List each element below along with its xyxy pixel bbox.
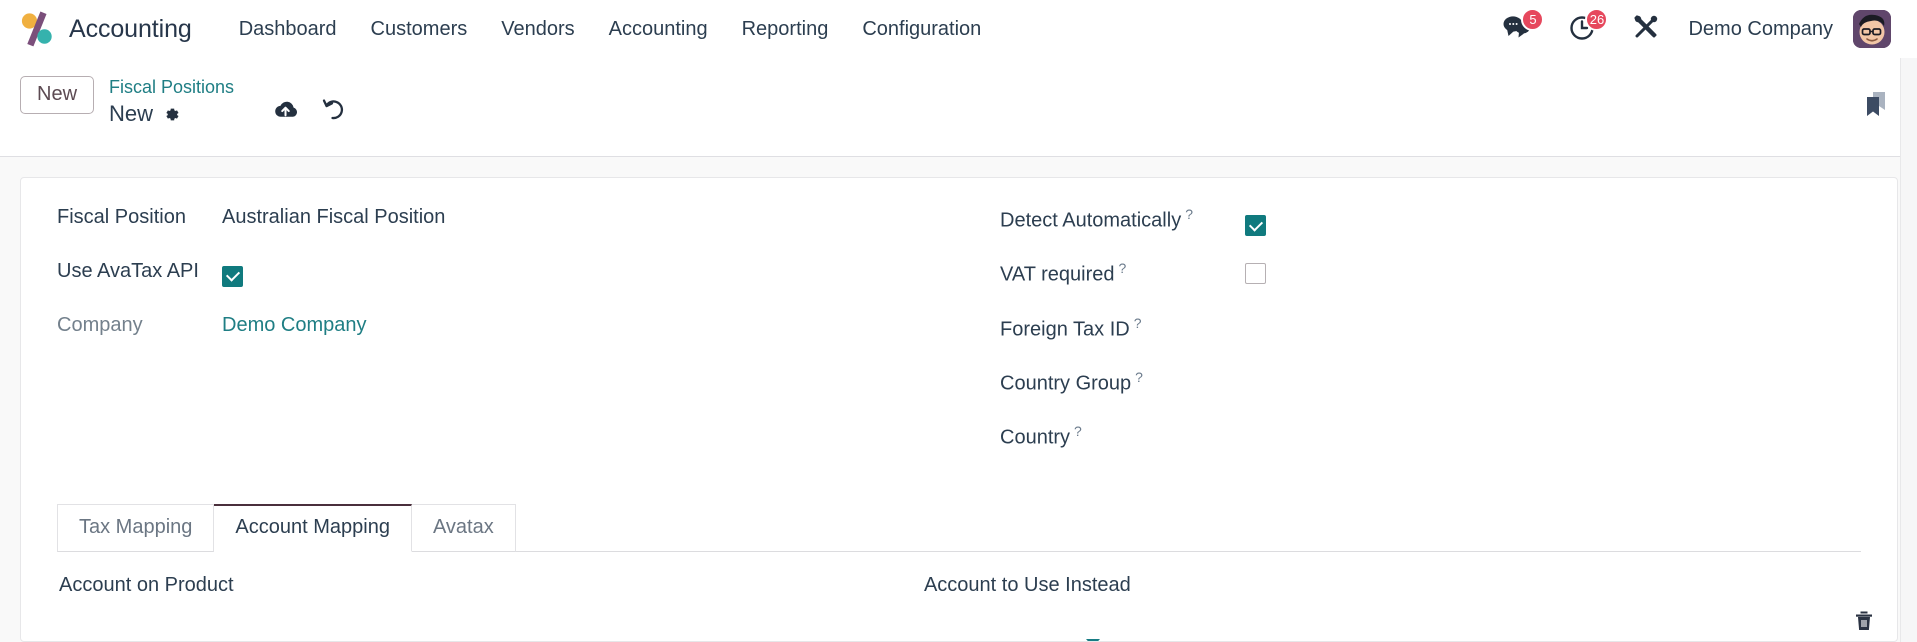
tab-account-mapping[interactable]: Account Mapping xyxy=(214,504,412,552)
gear-icon[interactable] xyxy=(162,105,181,124)
column-header-account-on-product: Account on Product xyxy=(59,574,234,596)
use-avatax-api-checkbox[interactable] xyxy=(222,265,243,287)
field-country-group: Country Group? xyxy=(1000,368,1861,422)
messages-button[interactable]: 5 xyxy=(1484,0,1550,58)
menu-item-customers[interactable]: Customers xyxy=(354,12,485,47)
notebook-tabs: Tax Mapping Account Mapping Avatax xyxy=(57,504,1861,552)
detect-automatically-label-text: Detect Automatically xyxy=(1000,209,1182,232)
country-group-label: Country Group? xyxy=(1000,369,1245,396)
record-actions xyxy=(272,98,345,121)
table-row[interactable] xyxy=(57,601,1872,641)
menu-item-reporting[interactable]: Reporting xyxy=(725,12,846,47)
control-panel: New Fiscal Positions New xyxy=(0,58,1917,157)
vat-required-label: VAT required? xyxy=(1000,260,1245,287)
bookmark-icon[interactable] xyxy=(1861,88,1891,120)
help-icon[interactable]: ? xyxy=(1134,315,1142,331)
field-use-avatax-api: Use AvaTax API xyxy=(57,260,959,314)
company-switcher[interactable]: Demo Company xyxy=(1678,12,1847,47)
vat-required-label-text: VAT required xyxy=(1000,264,1115,286)
activities-button[interactable]: 26 xyxy=(1550,0,1614,58)
foreign-tax-id-label-text: Foreign Tax ID xyxy=(1000,319,1130,341)
field-detect-automatically: Detect Automatically? xyxy=(1000,206,1861,260)
help-icon[interactable]: ? xyxy=(1119,260,1127,276)
trash-icon[interactable] xyxy=(1853,609,1875,637)
menu-item-accounting[interactable]: Accounting xyxy=(592,12,725,47)
fiscal-position-input[interactable]: Australian Fiscal Position xyxy=(222,206,445,229)
app-brand[interactable]: Accounting xyxy=(18,10,192,48)
form-column-left: Fiscal Position Australian Fiscal Positi… xyxy=(57,206,959,476)
cloud-upload-save-icon[interactable] xyxy=(272,99,299,121)
column-header-account-to-use-instead: Account to Use Instead xyxy=(923,574,1131,596)
detect-automatically-checkbox[interactable] xyxy=(1245,215,1266,237)
breadcrumb-current-record: New xyxy=(109,101,154,127)
top-navbar: Accounting Dashboard Customers Vendors A… xyxy=(0,0,1917,58)
use-avatax-api-label: Use AvaTax API xyxy=(57,260,199,282)
fiscal-position-label: Fiscal Position xyxy=(57,206,186,228)
menu-item-vendors[interactable]: Vendors xyxy=(484,12,591,47)
undo-discard-icon[interactable] xyxy=(321,98,345,121)
breadcrumb-parent-fiscal-positions[interactable]: Fiscal Positions xyxy=(109,74,234,100)
help-icon[interactable]: ? xyxy=(1074,423,1082,439)
form-column-right: Detect Automatically? VAT required? Fore… xyxy=(959,206,1861,476)
country-input[interactable] xyxy=(1245,422,1485,444)
breadcrumb-current-row: New xyxy=(109,101,234,127)
user-avatar[interactable] xyxy=(1853,10,1891,48)
account-mapping-header: Account on Product Account to Use Instea… xyxy=(57,552,1861,597)
record-sheet: Fiscal Position Australian Fiscal Positi… xyxy=(20,177,1898,642)
form-grid: Fiscal Position Australian Fiscal Positi… xyxy=(57,206,1861,476)
foreign-tax-id-input[interactable] xyxy=(1245,314,1485,336)
form-page-background: Fiscal Position Australian Fiscal Positi… xyxy=(0,157,1917,642)
menu-item-configuration[interactable]: Configuration xyxy=(845,12,998,47)
foreign-tax-id-label: Foreign Tax ID? xyxy=(1000,315,1245,342)
tab-tax-mapping[interactable]: Tax Mapping xyxy=(57,504,215,552)
messages-count-badge: 5 xyxy=(1521,8,1545,31)
field-country: Country? xyxy=(1000,422,1861,476)
tab-avatax[interactable]: Avatax xyxy=(411,504,516,552)
help-icon[interactable]: ? xyxy=(1185,206,1193,222)
detect-automatically-label: Detect Automatically? xyxy=(1000,206,1245,233)
vertical-scrollbar[interactable] xyxy=(1900,58,1917,642)
country-group-label-text: Country Group xyxy=(1000,373,1132,395)
field-vat-required: VAT required? xyxy=(1000,260,1861,314)
help-icon[interactable]: ? xyxy=(1135,369,1143,385)
field-fiscal-position: Fiscal Position Australian Fiscal Positi… xyxy=(57,206,959,260)
field-foreign-tax-id: Foreign Tax ID? xyxy=(1000,314,1861,368)
navbar-right-tools: 5 26 Demo Company xyxy=(1484,0,1891,58)
vat-required-checkbox[interactable] xyxy=(1245,263,1266,284)
menu-item-dashboard[interactable]: Dashboard xyxy=(222,12,354,47)
country-label-text: Country xyxy=(1000,427,1071,449)
apps-tools-button[interactable] xyxy=(1614,0,1678,58)
country-group-input[interactable] xyxy=(1245,368,1485,390)
field-company: Company Demo Company xyxy=(57,314,959,368)
company-label: Company xyxy=(57,314,143,336)
app-brand-label: Accounting xyxy=(69,14,192,43)
company-value-link[interactable]: Demo Company xyxy=(222,314,367,337)
notebook: Tax Mapping Account Mapping Avatax Accou… xyxy=(57,504,1872,641)
breadcrumb: Fiscal Positions New xyxy=(109,72,234,127)
country-label: Country? xyxy=(1000,423,1245,450)
tools-cross-icon xyxy=(1632,13,1660,46)
odoo-percent-logo-icon xyxy=(18,10,56,48)
new-record-button[interactable]: New xyxy=(20,76,95,114)
activities-count-badge: 26 xyxy=(1585,8,1609,31)
main-menu: Dashboard Customers Vendors Accounting R… xyxy=(222,12,999,47)
